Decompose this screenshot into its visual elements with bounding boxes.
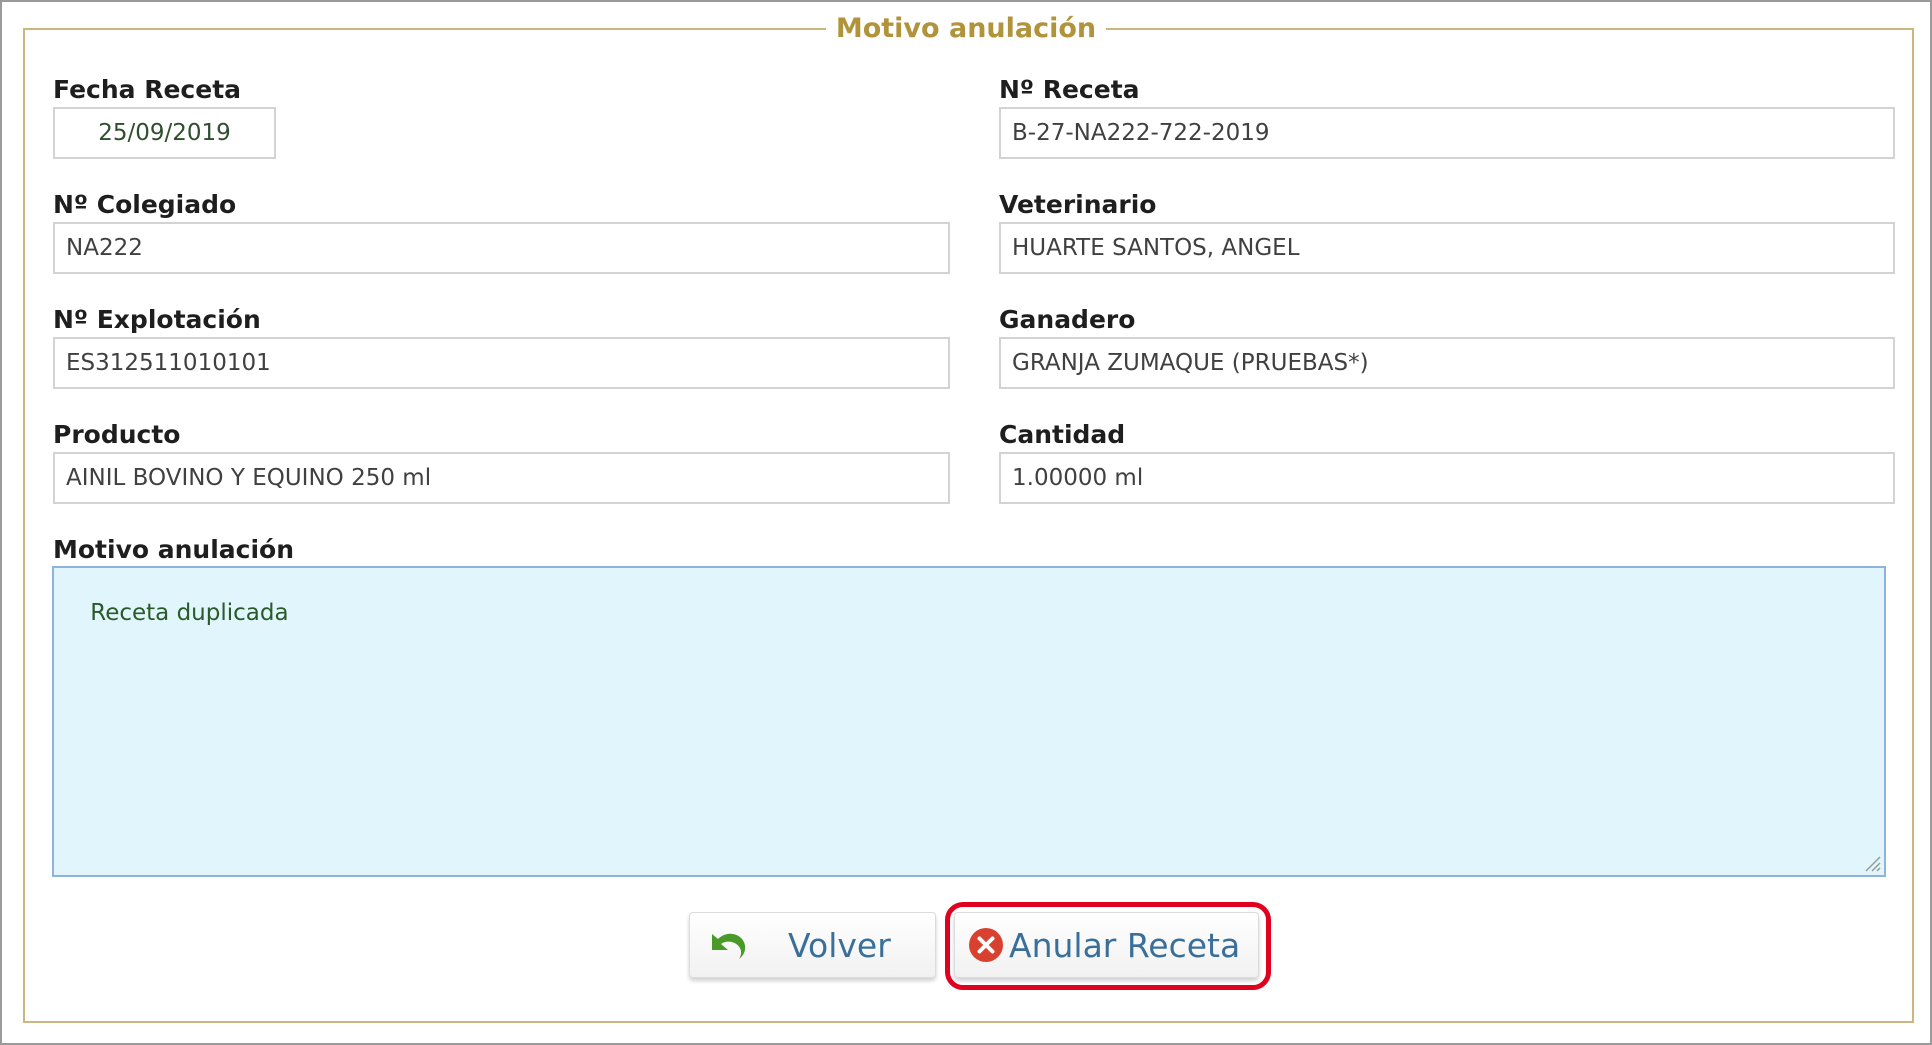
veterinario-label: Veterinario xyxy=(999,190,1157,219)
producto-label: Producto xyxy=(53,420,181,449)
fecha-receta-field[interactable]: 25/09/2019 xyxy=(53,107,276,159)
n-receta-label: Nº Receta xyxy=(999,75,1140,104)
fieldset-legend: Motivo anulación xyxy=(825,12,1107,46)
motivo-anulacion-textarea[interactable]: Receta duplicada xyxy=(52,566,1886,877)
n-explotacion-label: Nº Explotación xyxy=(53,305,261,334)
window-frame: Motivo anulación Fecha Receta 25/09/2019… xyxy=(0,0,1932,1045)
producto-field[interactable]: AINIL BOVINO Y EQUINO 250 ml xyxy=(53,452,950,504)
motivo-anulacion-label: Motivo anulación xyxy=(53,535,295,564)
ganadero-label: Ganadero xyxy=(999,305,1136,334)
anular-receta-button[interactable]: Anular Receta xyxy=(954,912,1259,978)
n-receta-field[interactable]: B-27-NA222-722-2019 xyxy=(999,107,1895,159)
volver-button[interactable]: Volver xyxy=(689,912,936,978)
volver-label: Volver xyxy=(788,925,891,965)
n-colegiado-label: Nº Colegiado xyxy=(53,190,237,219)
n-explotacion-field[interactable]: ES312511010101 xyxy=(53,337,950,389)
veterinario-field[interactable]: HUARTE SANTOS, ANGEL xyxy=(999,222,1895,274)
n-colegiado-field[interactable]: NA222 xyxy=(53,222,950,274)
ganadero-field[interactable]: GRANJA ZUMAQUE (PRUEBAS*) xyxy=(999,337,1895,389)
resize-grip-icon[interactable] xyxy=(1863,854,1881,872)
cantidad-field[interactable]: 1.00000 ml xyxy=(999,452,1895,504)
undo-arrow-icon xyxy=(712,933,746,959)
cantidad-label: Cantidad xyxy=(999,420,1126,449)
motivo-anulacion-text: Receta duplicada xyxy=(90,600,289,626)
anular-receta-label: Anular Receta xyxy=(1009,925,1241,965)
fecha-receta-label: Fecha Receta xyxy=(53,75,242,104)
cancel-circle-icon xyxy=(969,928,1003,962)
